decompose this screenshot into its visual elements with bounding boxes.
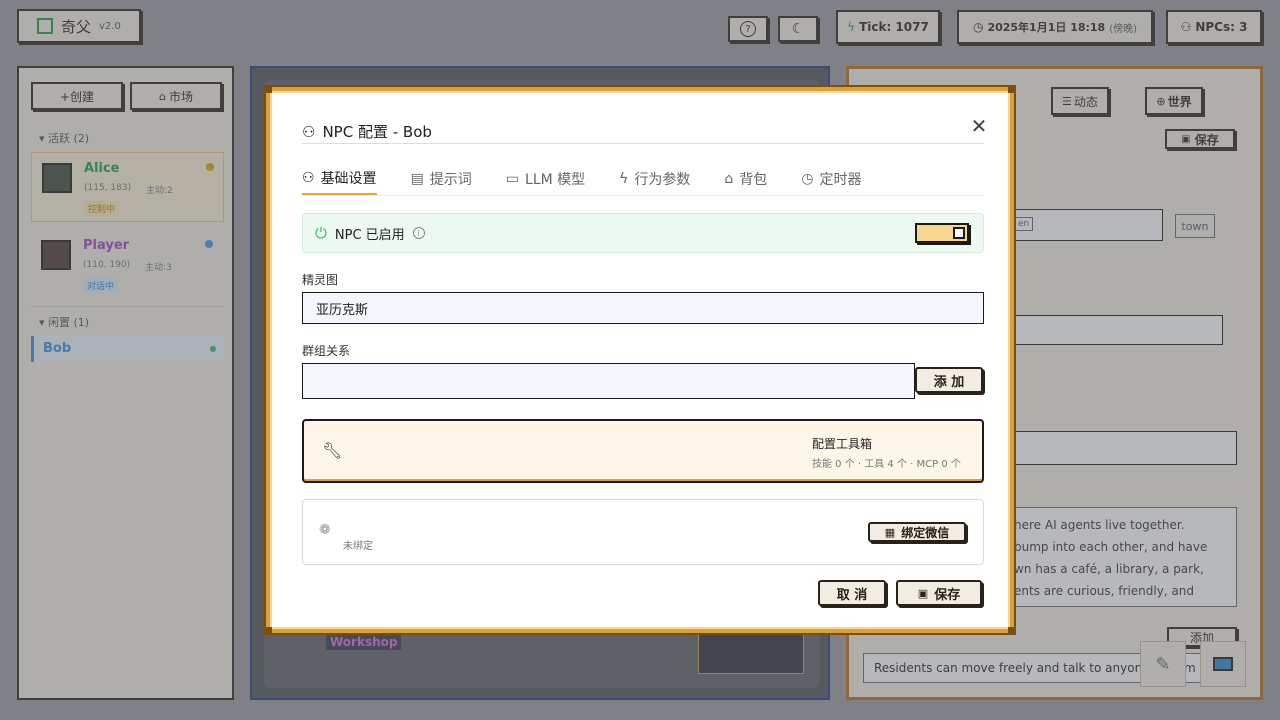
- config-tabs: ⚇ 基础设置 ▤ 提示词 ▭ LLM 模型 ϟ 行为参数 ⌂ 背包 ◷ 定时器: [302, 163, 896, 195]
- toolbox-title: 配置工具箱: [812, 437, 873, 451]
- enabled-row: ⏻ NPC 已启用 i: [302, 213, 984, 253]
- user-icon: ⚇: [302, 122, 316, 141]
- close-icon: ✕: [970, 114, 988, 138]
- tab-prompt[interactable]: ▤ 提示词: [411, 163, 472, 195]
- tab-llm[interactable]: ▭ LLM 模型: [506, 163, 585, 195]
- info-icon: i: [412, 227, 425, 239]
- sprite-label: 精灵图: [302, 273, 339, 287]
- group-add-button[interactable]: 添 加: [915, 367, 983, 393]
- enabled-toggle[interactable]: [915, 223, 969, 243]
- power-icon: ⏻: [315, 224, 327, 242]
- group-label: 群组关系: [302, 344, 351, 358]
- tab-inventory[interactable]: ⌂ 背包: [724, 163, 767, 195]
- group-input[interactable]: [302, 363, 915, 399]
- wechat-icon: ❁: [319, 522, 331, 538]
- save-icon: ▣: [917, 586, 929, 600]
- bind-wechat-button[interactable]: ▦ 绑定微信: [868, 522, 966, 542]
- enabled-label: NPC 已启用: [334, 227, 405, 243]
- bolt-icon: ϟ: [619, 171, 629, 187]
- close-button[interactable]: ✕: [968, 114, 990, 138]
- document-icon: ▤: [410, 171, 424, 187]
- monitor-icon: ▭: [505, 171, 520, 187]
- cancel-button[interactable]: 取 消: [818, 580, 886, 606]
- bag-icon: ⌂: [724, 171, 734, 187]
- qrcode-icon: ▦: [884, 525, 896, 539]
- modal-title: ⚇ NPC 配置 - Bob: [302, 122, 432, 142]
- wechat-card: ❁ 未绑定 ▦ 绑定微信: [302, 499, 984, 565]
- wechat-status: 未绑定: [343, 541, 373, 552]
- tab-behavior[interactable]: ϟ 行为参数: [619, 163, 690, 195]
- clock-icon: ◷: [801, 171, 814, 187]
- tab-timer[interactable]: ◷ 定时器: [801, 163, 861, 195]
- save-button[interactable]: ▣ 保存: [896, 580, 982, 606]
- tab-basic[interactable]: ⚇ 基础设置: [302, 163, 377, 195]
- toolbox-card[interactable]: 🔧︎ 配置工具箱 技能 0 个 · 工具 4 个 · MCP 0 个: [302, 419, 984, 483]
- npc-config-modal: ⚇ NPC 配置 - Bob ✕ ⚇ 基础设置 ▤ 提示词 ▭ LLM 模型 ϟ 行为参…: [264, 85, 1016, 635]
- sprite-select[interactable]: 亚历克斯: [302, 292, 984, 324]
- wrench-icon: 🔧︎: [322, 441, 343, 460]
- user-icon: ⚇: [302, 170, 315, 186]
- toolbox-summary: 技能 0 个 · 工具 4 个 · MCP 0 个: [812, 459, 961, 470]
